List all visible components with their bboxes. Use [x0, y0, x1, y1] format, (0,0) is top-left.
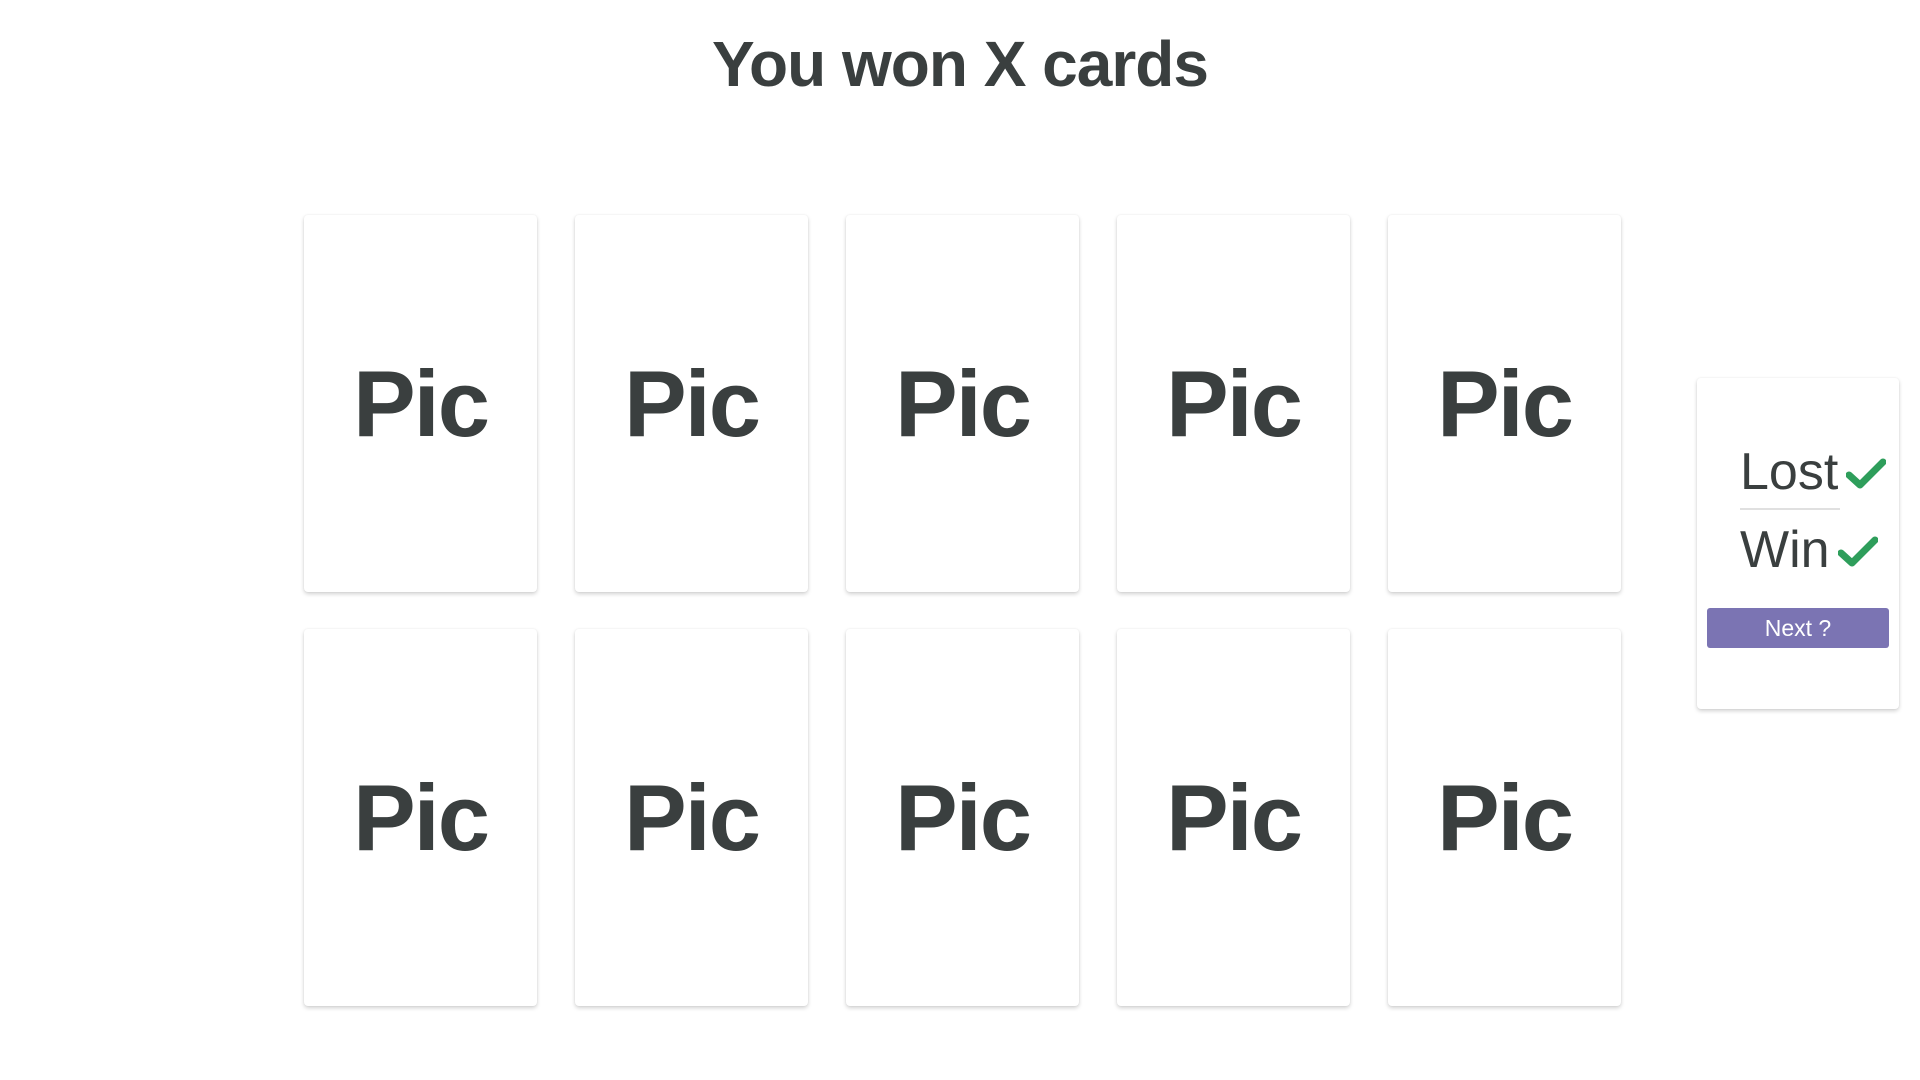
card-label: Pic	[352, 764, 490, 870]
card-label: Pic	[352, 350, 490, 456]
card-label: Pic	[623, 350, 761, 456]
card-label: Pic	[894, 350, 1032, 456]
card[interactable]: Pic	[846, 629, 1079, 1006]
card[interactable]: Pic	[304, 629, 537, 1006]
status-divider	[1740, 508, 1840, 510]
card-label: Pic	[894, 764, 1032, 870]
win-status: Win	[1740, 520, 1879, 580]
lost-status: Lost	[1740, 442, 1887, 502]
card[interactable]: Pic	[846, 215, 1079, 592]
card[interactable]: Pic	[304, 215, 537, 592]
card-label: Pic	[1165, 764, 1303, 870]
card[interactable]: Pic	[1117, 215, 1350, 592]
card-label: Pic	[623, 764, 761, 870]
card-grid: Pic Pic Pic Pic Pic Pic Pic Pic Pic Pic	[304, 215, 1621, 1006]
card[interactable]: Pic	[1388, 215, 1621, 592]
check-icon	[1845, 457, 1887, 491]
next-button[interactable]: Next ?	[1707, 608, 1889, 648]
page: You won X cards Pic Pic Pic Pic Pic Pic …	[0, 0, 1920, 1080]
card[interactable]: Pic	[575, 629, 808, 1006]
check-icon	[1837, 535, 1879, 569]
card[interactable]: Pic	[1117, 629, 1350, 1006]
card[interactable]: Pic	[575, 215, 808, 592]
card[interactable]: Pic	[1388, 629, 1621, 1006]
lost-label: Lost	[1740, 443, 1839, 501]
card-label: Pic	[1165, 350, 1303, 456]
card-label: Pic	[1436, 350, 1574, 456]
page-title: You won X cards	[712, 28, 1209, 100]
result-panel: Lost Win Next ?	[1697, 378, 1899, 709]
card-label: Pic	[1436, 764, 1574, 870]
win-label: Win	[1740, 521, 1830, 579]
